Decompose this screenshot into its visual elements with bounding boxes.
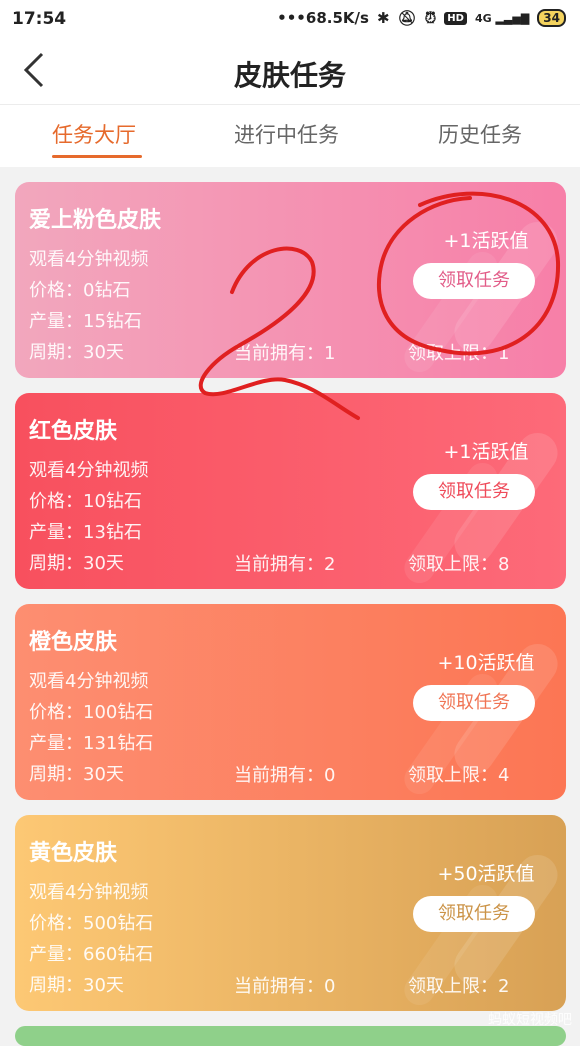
status-icons: •••68.5K/s ✱ 🔕︎ ⏰︎ HD 4G ▂▃▅▇ 34: [277, 9, 566, 27]
task-card: 红色皮肤 观看4分钟视频 价格：10钻石 产量：13钻石 周期：30天 当前拥有…: [15, 393, 566, 589]
task-card: 橙色皮肤 观看4分钟视频 价格：100钻石 产量：131钻石 周期：30天 当前…: [15, 604, 566, 800]
task-card: 爱上粉色皮肤 观看4分钟视频 价格：0钻石 产量：15钻石 周期：30天 当前拥…: [15, 182, 566, 378]
card-limit: 领取上限：4: [408, 765, 510, 786]
mute-icon: 🔕︎: [397, 9, 417, 27]
card-reward: +50活跃值: [437, 863, 535, 885]
card-cycle: 周期：30天: [29, 975, 124, 996]
tab-bar: 任务大厅 进行中任务 历史任务: [0, 105, 580, 167]
bluetooth-icon: ✱: [376, 9, 390, 27]
card-price: 价格：0钻石: [29, 280, 131, 301]
card-watch-text: 观看4分钟视频: [29, 249, 149, 270]
signal-icon: 4G ▂▃▅▇: [474, 11, 530, 25]
card-owned: 当前拥有：0: [234, 765, 336, 786]
task-card-partial: [15, 1026, 566, 1046]
card-watch-text: 观看4分钟视频: [29, 882, 149, 903]
card-price: 价格：10钻石: [29, 491, 142, 512]
card-watch-text: 观看4分钟视频: [29, 671, 149, 692]
nav-header: 皮肤任务: [0, 40, 580, 105]
card-title: 红色皮肤: [29, 419, 118, 444]
page-title: 皮肤任务: [233, 59, 346, 92]
tab-active-indicator: [52, 155, 142, 158]
card-output: 产量：15钻石: [29, 311, 142, 332]
card-title: 爱上粉色皮肤: [29, 208, 162, 233]
claim-task-button[interactable]: 领取任务: [413, 896, 535, 932]
card-owned: 当前拥有：2: [234, 554, 336, 575]
alarm-icon: ⏰︎: [424, 9, 437, 27]
tab-history[interactable]: 历史任务: [438, 119, 522, 149]
task-card: 黄色皮肤 观看4分钟视频 价格：500钻石 产量：660钻石 周期：30天 当前…: [15, 815, 566, 1011]
card-output: 产量：13钻石: [29, 522, 142, 543]
card-owned: 当前拥有：1: [234, 343, 336, 364]
card-reward: +10活跃值: [437, 652, 535, 674]
card-reward: +1活跃值: [443, 441, 529, 463]
hd-icon: HD: [444, 11, 467, 25]
card-output: 产量：131钻石: [29, 733, 154, 754]
card-limit: 领取上限：8: [408, 554, 510, 575]
tab-task-hall[interactable]: 任务大厅: [52, 119, 136, 149]
watermark: 蚂蚁短视频吧: [488, 1012, 572, 1028]
card-cycle: 周期：30天: [29, 553, 124, 574]
card-limit: 领取上限：1: [408, 343, 510, 364]
card-limit: 领取上限：2: [408, 976, 510, 997]
card-cycle: 周期：30天: [29, 342, 124, 363]
card-reward: +1活跃值: [443, 230, 529, 252]
battery-icon: 34: [537, 9, 566, 27]
network-speed: •••68.5K/s: [277, 9, 369, 27]
claim-task-button[interactable]: 领取任务: [413, 263, 535, 299]
status-time: 17:54: [12, 9, 67, 29]
card-owned: 当前拥有：0: [234, 976, 336, 997]
card-cycle: 周期：30天: [29, 764, 124, 785]
card-output: 产量：660钻石: [29, 944, 154, 965]
card-price: 价格：500钻石: [29, 913, 154, 934]
card-watch-text: 观看4分钟视频: [29, 460, 149, 481]
claim-task-button[interactable]: 领取任务: [413, 685, 535, 721]
card-title: 黄色皮肤: [29, 841, 118, 866]
claim-task-button[interactable]: 领取任务: [413, 474, 535, 510]
card-price: 价格：100钻石: [29, 702, 154, 723]
signal-label: 4G: [474, 11, 492, 25]
card-title: 橙色皮肤: [29, 630, 118, 655]
status-bar: 17:54 •••68.5K/s ✱ 🔕︎ ⏰︎ HD 4G ▂▃▅▇ 34: [0, 0, 580, 40]
tab-in-progress[interactable]: 进行中任务: [234, 119, 339, 149]
